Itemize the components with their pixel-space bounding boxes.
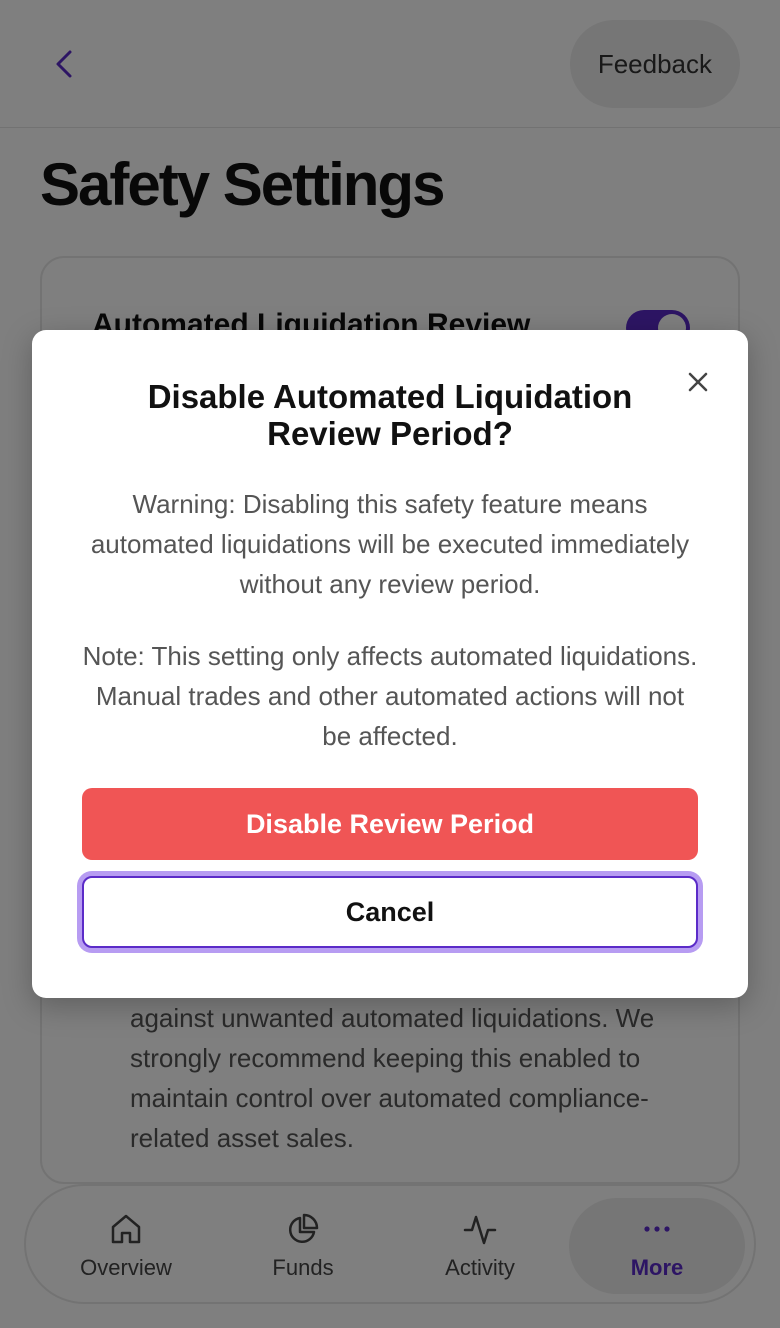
dialog-title: Disable Automated Liquidation Review Per… [147, 378, 633, 452]
dialog-warning: Warning: Disabling this safety feature m… [90, 489, 690, 599]
close-button[interactable] [678, 362, 718, 402]
dialog-note: Note: This setting only affects automate… [82, 641, 698, 751]
cancel-button[interactable]: Cancel [82, 876, 698, 948]
close-icon [688, 372, 708, 392]
confirm-dialog: Disable Automated Liquidation Review Per… [32, 330, 748, 998]
disable-review-button[interactable]: Disable Review Period [82, 788, 698, 860]
